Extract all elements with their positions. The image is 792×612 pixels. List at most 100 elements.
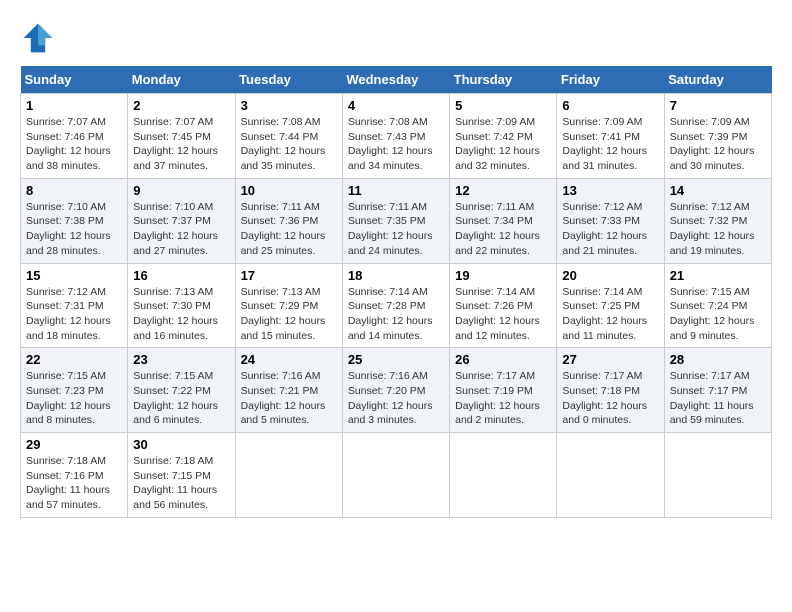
- calendar-cell: 30 Sunrise: 7:18 AMSunset: 7:15 PMDayligh…: [128, 433, 235, 518]
- header-monday: Monday: [128, 66, 235, 94]
- day-info: Sunrise: 7:10 AMSunset: 7:38 PMDaylight:…: [26, 200, 122, 259]
- day-number: 14: [670, 183, 766, 198]
- calendar-cell: 3 Sunrise: 7:08 AMSunset: 7:44 PMDaylight…: [235, 94, 342, 179]
- calendar-cell: 12 Sunrise: 7:11 AMSunset: 7:34 PMDayligh…: [450, 178, 557, 263]
- day-info: Sunrise: 7:07 AMSunset: 7:46 PMDaylight:…: [26, 115, 122, 174]
- day-number: 23: [133, 352, 229, 367]
- day-info: Sunrise: 7:12 AMSunset: 7:33 PMDaylight:…: [562, 200, 658, 259]
- day-number: 18: [348, 268, 444, 283]
- week-row-1: 8 Sunrise: 7:10 AMSunset: 7:38 PMDaylight…: [21, 178, 772, 263]
- calendar-cell: 27 Sunrise: 7:17 AMSunset: 7:18 PMDayligh…: [557, 348, 664, 433]
- calendar-cell: [235, 433, 342, 518]
- day-number: 9: [133, 183, 229, 198]
- calendar-cell: 14 Sunrise: 7:12 AMSunset: 7:32 PMDayligh…: [664, 178, 771, 263]
- day-info: Sunrise: 7:18 AMSunset: 7:16 PMDaylight:…: [26, 454, 122, 513]
- page-header: [20, 20, 772, 56]
- day-info: Sunrise: 7:11 AMSunset: 7:35 PMDaylight:…: [348, 200, 444, 259]
- day-number: 2: [133, 98, 229, 113]
- day-number: 24: [241, 352, 337, 367]
- day-info: Sunrise: 7:15 AMSunset: 7:24 PMDaylight:…: [670, 285, 766, 344]
- calendar-cell: 16 Sunrise: 7:13 AMSunset: 7:30 PMDayligh…: [128, 263, 235, 348]
- calendar-cell: 1 Sunrise: 7:07 AMSunset: 7:46 PMDaylight…: [21, 94, 128, 179]
- day-info: Sunrise: 7:09 AMSunset: 7:41 PMDaylight:…: [562, 115, 658, 174]
- header-thursday: Thursday: [450, 66, 557, 94]
- header-wednesday: Wednesday: [342, 66, 449, 94]
- calendar-cell: 6 Sunrise: 7:09 AMSunset: 7:41 PMDaylight…: [557, 94, 664, 179]
- day-number: 1: [26, 98, 122, 113]
- day-number: 15: [26, 268, 122, 283]
- day-number: 13: [562, 183, 658, 198]
- calendar-cell: 9Sunrise: 7:10 AMSunset: 7:37 PMDaylight…: [128, 178, 235, 263]
- calendar-cell: [557, 433, 664, 518]
- day-number: 10: [241, 183, 337, 198]
- calendar-cell: 23 Sunrise: 7:15 AMSunset: 7:22 PMDayligh…: [128, 348, 235, 433]
- day-info: Sunrise: 7:13 AMSunset: 7:29 PMDaylight:…: [241, 285, 337, 344]
- day-info: Sunrise: 7:17 AMSunset: 7:17 PMDaylight:…: [670, 369, 766, 428]
- day-info: Sunrise: 7:13 AMSunset: 7:30 PMDaylight:…: [133, 285, 229, 344]
- day-info: Sunrise: 7:17 AMSunset: 7:19 PMDaylight:…: [455, 369, 551, 428]
- week-row-4: 29 Sunrise: 7:18 AMSunset: 7:16 PMDayligh…: [21, 433, 772, 518]
- logo: [20, 20, 62, 56]
- day-number: 6: [562, 98, 658, 113]
- header-saturday: Saturday: [664, 66, 771, 94]
- calendar-cell: 10 Sunrise: 7:11 AMSunset: 7:36 PMDayligh…: [235, 178, 342, 263]
- header-friday: Friday: [557, 66, 664, 94]
- logo-icon: [20, 20, 56, 56]
- day-number: 29: [26, 437, 122, 452]
- day-info: Sunrise: 7:08 AMSunset: 7:43 PMDaylight:…: [348, 115, 444, 174]
- day-info: Sunrise: 7:12 AMSunset: 7:31 PMDaylight:…: [26, 285, 122, 344]
- calendar-cell: [342, 433, 449, 518]
- day-number: 27: [562, 352, 658, 367]
- day-info: Sunrise: 7:18 AMSunset: 7:15 PMDaylight:…: [133, 454, 229, 513]
- header-sunday: Sunday: [21, 66, 128, 94]
- day-info: Sunrise: 7:15 AMSunset: 7:22 PMDaylight:…: [133, 369, 229, 428]
- week-row-2: 15 Sunrise: 7:12 AMSunset: 7:31 PMDayligh…: [21, 263, 772, 348]
- day-number: 22: [26, 352, 122, 367]
- week-row-3: 22 Sunrise: 7:15 AMSunset: 7:23 PMDayligh…: [21, 348, 772, 433]
- day-info: Sunrise: 7:09 AMSunset: 7:39 PMDaylight:…: [670, 115, 766, 174]
- calendar-cell: 19 Sunrise: 7:14 AMSunset: 7:26 PMDayligh…: [450, 263, 557, 348]
- day-number: 16: [133, 268, 229, 283]
- day-info: Sunrise: 7:09 AMSunset: 7:42 PMDaylight:…: [455, 115, 551, 174]
- day-number: 26: [455, 352, 551, 367]
- calendar-cell: 28 Sunrise: 7:17 AMSunset: 7:17 PMDayligh…: [664, 348, 771, 433]
- day-number: 17: [241, 268, 337, 283]
- calendar-cell: 11 Sunrise: 7:11 AMSunset: 7:35 PMDayligh…: [342, 178, 449, 263]
- calendar-cell: 26 Sunrise: 7:17 AMSunset: 7:19 PMDayligh…: [450, 348, 557, 433]
- calendar-cell: [664, 433, 771, 518]
- calendar-cell: 7Sunrise: 7:09 AMSunset: 7:39 PMDaylight…: [664, 94, 771, 179]
- day-info: Sunrise: 7:16 AMSunset: 7:21 PMDaylight:…: [241, 369, 337, 428]
- day-info: Sunrise: 7:14 AMSunset: 7:26 PMDaylight:…: [455, 285, 551, 344]
- day-number: 3: [241, 98, 337, 113]
- calendar-cell: 25 Sunrise: 7:16 AMSunset: 7:20 PMDayligh…: [342, 348, 449, 433]
- header-tuesday: Tuesday: [235, 66, 342, 94]
- day-number: 5: [455, 98, 551, 113]
- day-info: Sunrise: 7:11 AMSunset: 7:36 PMDaylight:…: [241, 200, 337, 259]
- day-info: Sunrise: 7:14 AMSunset: 7:25 PMDaylight:…: [562, 285, 658, 344]
- day-number: 8: [26, 183, 122, 198]
- calendar-cell: 4 Sunrise: 7:08 AMSunset: 7:43 PMDaylight…: [342, 94, 449, 179]
- day-info: Sunrise: 7:15 AMSunset: 7:23 PMDaylight:…: [26, 369, 122, 428]
- calendar-table: SundayMondayTuesdayWednesdayThursdayFrid…: [20, 66, 772, 518]
- day-number: 4: [348, 98, 444, 113]
- calendar-cell: 21Sunrise: 7:15 AMSunset: 7:24 PMDayligh…: [664, 263, 771, 348]
- calendar-cell: 29 Sunrise: 7:18 AMSunset: 7:16 PMDayligh…: [21, 433, 128, 518]
- day-number: 25: [348, 352, 444, 367]
- calendar-cell: [450, 433, 557, 518]
- calendar-cell: 15 Sunrise: 7:12 AMSunset: 7:31 PMDayligh…: [21, 263, 128, 348]
- calendar-cell: 22 Sunrise: 7:15 AMSunset: 7:23 PMDayligh…: [21, 348, 128, 433]
- calendar-cell: 8 Sunrise: 7:10 AMSunset: 7:38 PMDaylight…: [21, 178, 128, 263]
- day-info: Sunrise: 7:08 AMSunset: 7:44 PMDaylight:…: [241, 115, 337, 174]
- day-number: 19: [455, 268, 551, 283]
- calendar-cell: 5 Sunrise: 7:09 AMSunset: 7:42 PMDaylight…: [450, 94, 557, 179]
- day-info: Sunrise: 7:12 AMSunset: 7:32 PMDaylight:…: [670, 200, 766, 259]
- day-info: Sunrise: 7:16 AMSunset: 7:20 PMDaylight:…: [348, 369, 444, 428]
- day-info: Sunrise: 7:11 AMSunset: 7:34 PMDaylight:…: [455, 200, 551, 259]
- day-info: Sunrise: 7:07 AMSunset: 7:45 PMDaylight:…: [133, 115, 229, 174]
- day-info: Sunrise: 7:17 AMSunset: 7:18 PMDaylight:…: [562, 369, 658, 428]
- day-number: 28: [670, 352, 766, 367]
- calendar-cell: 24 Sunrise: 7:16 AMSunset: 7:21 PMDayligh…: [235, 348, 342, 433]
- day-number: 12: [455, 183, 551, 198]
- day-number: 11: [348, 183, 444, 198]
- day-number: 30: [133, 437, 229, 452]
